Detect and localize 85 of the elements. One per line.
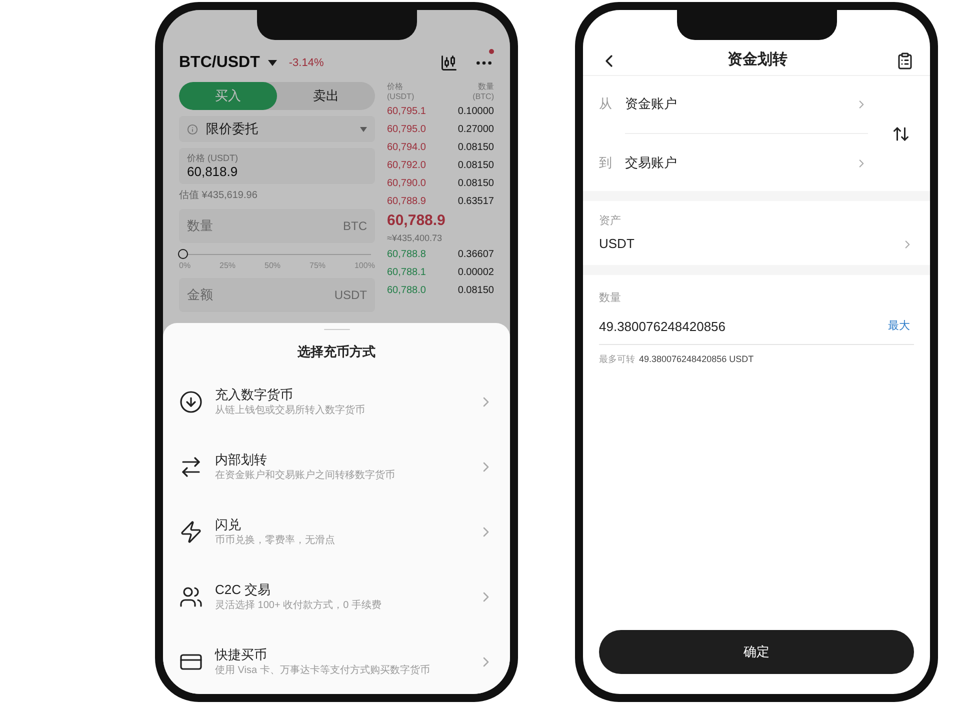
available-label: 最多可转: [599, 353, 635, 366]
side-tab[interactable]: 卖出: [277, 82, 375, 110]
info-icon: [187, 124, 198, 134]
confirm-button[interactable]: 确定: [599, 630, 914, 674]
sheet-handle[interactable]: [324, 329, 350, 330]
order-type-label: 限价委托: [206, 120, 258, 138]
option-subtitle: 使用 Visa 卡、万事达卡等支付方式购买数字货币: [215, 664, 431, 678]
swap-icon[interactable]: [892, 124, 910, 142]
lightning-icon: [179, 520, 203, 544]
payment-option[interactable]: 快捷买币 使用 Visa 卡、万事达卡等支付方式购买数字货币: [163, 629, 510, 694]
bid-quantity: 0.08150: [458, 284, 494, 298]
option-title: 快捷买币: [215, 646, 268, 664]
slider-tick-label: 0%: [179, 260, 191, 272]
ask-price: 60,788.9: [387, 194, 426, 208]
account-direction: 从: [599, 95, 613, 114]
slider-tick-label: 25%: [220, 260, 236, 272]
option-title: 内部划转: [215, 450, 268, 468]
amount-value: 49.380076248420856: [599, 318, 727, 336]
column-header: 价格: [387, 82, 404, 92]
ask-quantity: 0.08150: [458, 140, 494, 154]
ask-quantity: 0.10000: [458, 104, 494, 118]
slider-tick-label: 75%: [310, 260, 326, 272]
asset-value: USDT: [599, 234, 636, 252]
account-name: 资金账户: [625, 95, 678, 114]
ask-quantity: 0.08150: [458, 158, 494, 172]
account-row[interactable]: 从 资金账户: [599, 90, 868, 118]
field-value: 60,818.9: [187, 164, 239, 180]
field-placeholder: 数量: [187, 217, 213, 236]
ask-quantity: 0.27000: [458, 122, 494, 136]
column-unit: (USDT): [387, 92, 414, 102]
option-subtitle: 从链上钱包或交易所转入数字货币: [215, 404, 366, 418]
account-row[interactable]: 到 交易账户: [599, 149, 868, 177]
price-change: -3.14%: [288, 56, 324, 71]
last-price: 60,788.9: [387, 211, 446, 231]
asset-label: 资产: [599, 214, 622, 229]
bid-quantity: 0.00002: [458, 266, 494, 280]
payment-option[interactable]: 内部划转 在资金账户和交易账户之间转移数字货币: [163, 434, 510, 499]
sheet-title: 选择充币方式: [296, 342, 376, 360]
ask-quantity: 0.08150: [458, 176, 494, 190]
max-button[interactable]: 最大: [888, 318, 914, 335]
account-direction: 到: [599, 154, 613, 172]
candlestick-icon[interactable]: [440, 54, 458, 72]
clipboard-icon[interactable]: [896, 52, 914, 70]
field-unit: BTC: [343, 218, 367, 235]
column-unit: (BTC): [472, 92, 494, 102]
people-icon: [179, 584, 203, 608]
field-placeholder: 金额: [187, 286, 213, 304]
amount-label: 数量: [599, 292, 621, 304]
caret-icon: [360, 126, 367, 132]
payment-option[interactable]: 充入数字货币 从链上钱包或交易所转入数字货币: [163, 369, 510, 434]
slider-tick-label: 100%: [354, 260, 375, 272]
ask-quantity: 0.63517: [458, 194, 494, 208]
field-unit: USDT: [334, 287, 367, 304]
amount-field[interactable]: 49.380076248420856 最大: [599, 309, 914, 345]
option-subtitle: 灵活选择 100+ 收付款方式，0 手续费: [215, 598, 382, 612]
option-subtitle: 币币兑换，零费率，无滑点: [215, 534, 336, 548]
bid-price: 60,788.1: [387, 266, 426, 280]
ask-price: 60,792.0: [387, 158, 426, 172]
ask-price: 60,794.0: [387, 140, 426, 154]
available-amount: 49.380076248420856 USDT: [639, 353, 754, 366]
ask-price: 60,790.0: [387, 176, 426, 190]
ask-price: 60,795.1: [387, 104, 426, 118]
order-type-select[interactable]: 限价委托: [179, 116, 375, 142]
caret-icon[interactable]: [268, 60, 277, 66]
account-name: 交易账户: [625, 154, 678, 172]
payment-option[interactable]: 闪兑 币币兑换，零费率，无滑点: [163, 499, 510, 564]
ask-price: 60,795.0: [387, 122, 426, 136]
field-label: 价格 (USDT): [187, 152, 239, 164]
bid-price: 60,788.0: [387, 284, 426, 298]
asset-row[interactable]: 资产 USDT: [583, 201, 930, 265]
pair-title[interactable]: BTC/USDT: [179, 51, 260, 75]
slider-thumb[interactable]: [178, 249, 188, 259]
option-title: 充入数字货币: [215, 386, 294, 404]
screen-title: 资金划转: [726, 50, 788, 70]
last-price-cny: ≈¥435,400.73: [387, 232, 443, 245]
option-title: 闪兑: [215, 516, 242, 534]
payment-option[interactable]: C2C 交易 灵活选择 100+ 收付款方式，0 手续费: [163, 564, 510, 629]
price-field[interactable]: 价格 (USDT) 60,818.9: [179, 148, 375, 184]
estimate-text: 估值 ¥435,619.96: [179, 189, 258, 203]
slider-tick-label: 50%: [264, 260, 281, 272]
option-subtitle: 在资金账户和交易账户之间转移数字货币: [215, 468, 396, 482]
bid-quantity: 0.36607: [458, 248, 494, 262]
bid-price: 60,788.8: [387, 248, 426, 262]
column-header: 数量: [478, 82, 494, 92]
option-title: C2C 交易: [215, 580, 272, 598]
